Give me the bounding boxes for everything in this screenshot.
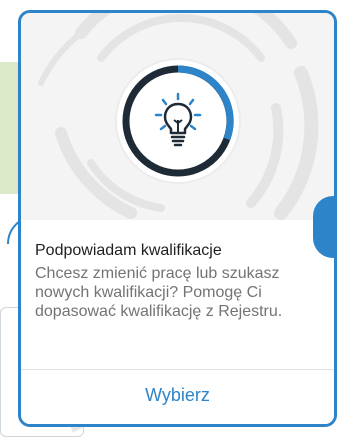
choose-button[interactable]: Wybierz xyxy=(21,385,334,406)
next-card-edge[interactable] xyxy=(313,196,337,258)
card-illustration xyxy=(21,13,334,220)
lightbulb-icon xyxy=(154,92,202,147)
card-title: Podpowiadam kwalifikacje xyxy=(35,242,222,259)
card-divider xyxy=(21,369,334,370)
qualification-card[interactable]: Podpowiadam kwalifikacje Chcesz zmienić … xyxy=(18,10,337,427)
card-body: Podpowiadam kwalifikacje Chcesz zmienić … xyxy=(21,220,334,424)
card-description: Chcesz zmienić pracę lub szukasz nowych … xyxy=(35,265,283,320)
